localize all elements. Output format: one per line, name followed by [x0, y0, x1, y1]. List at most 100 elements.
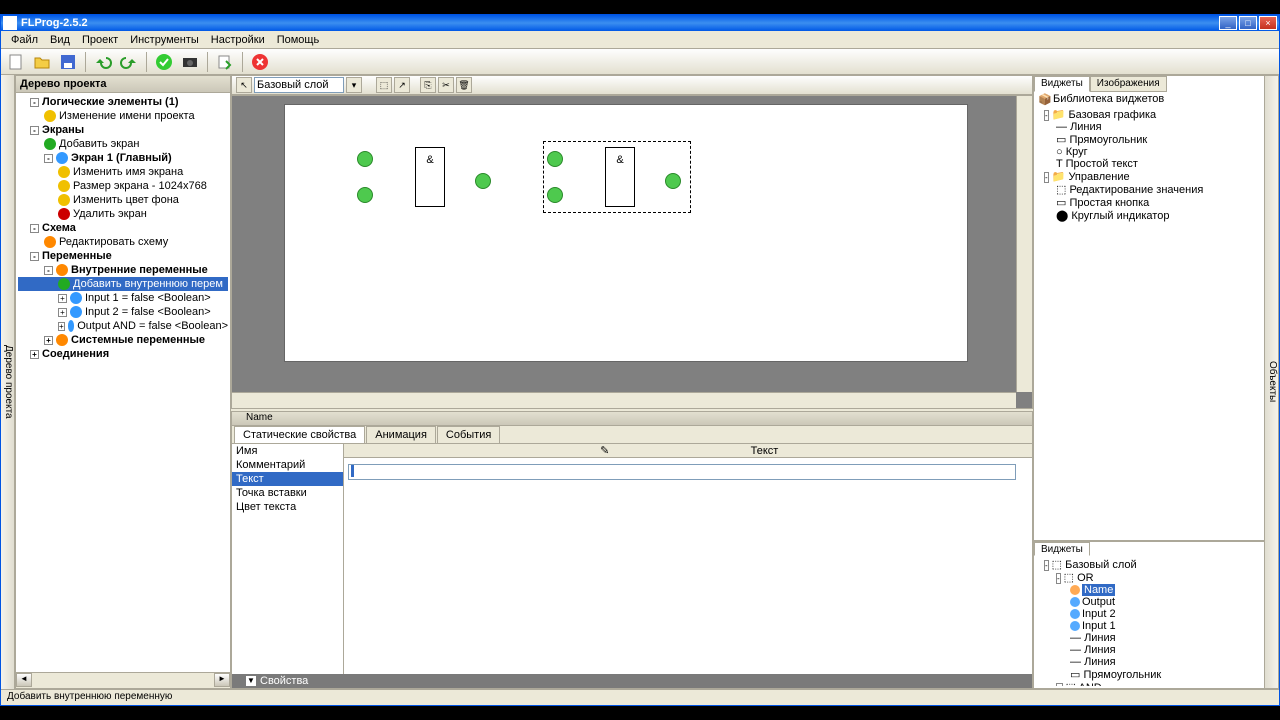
prop-insert-point[interactable]: Точка вставки	[232, 486, 343, 500]
port-2-out[interactable]	[665, 173, 681, 189]
menu-project[interactable]: Проект	[76, 32, 124, 48]
widgets-tree: -⬚ Базовый слой -⬚ OR Name Output Input …	[1034, 556, 1264, 686]
statusbar: Добавить внутреннюю переменную	[1, 689, 1279, 705]
right-side-tab[interactable]: Объекты	[1264, 76, 1278, 688]
tool-2[interactable]: ↗	[394, 77, 410, 93]
wt-and[interactable]: +⬚ AND	[1036, 681, 1262, 686]
tab-widgets[interactable]: Виджеты	[1034, 76, 1090, 92]
maximize-button[interactable]: □	[1239, 16, 1257, 30]
tool-copy[interactable]: ⎘	[420, 77, 436, 93]
port-1-in1[interactable]	[357, 151, 373, 167]
widget-library: -📁 Базовая графика — Линия ▭ Прямоугольн…	[1034, 106, 1264, 540]
tree-add-internal-var[interactable]: Добавить внутреннюю перем	[18, 277, 228, 291]
lib-round-indicator[interactable]: ⬤ Круглый индикатор	[1036, 209, 1262, 222]
pointer-tool[interactable]: ↖	[236, 77, 252, 93]
canvas[interactable]: & &	[231, 95, 1033, 409]
tree-screen1[interactable]: -Экран 1 (Главный)	[18, 151, 228, 165]
menu-view[interactable]: Вид	[44, 32, 76, 48]
lib-simple-text[interactable]: T Простой текст	[1036, 158, 1262, 170]
menu-settings[interactable]: Настройки	[205, 32, 271, 48]
tab-widgets-bottom[interactable]: Виджеты	[1034, 542, 1090, 556]
prop-text-color[interactable]: Цвет текста	[232, 500, 343, 514]
tab-static[interactable]: Статические свойства	[234, 426, 365, 443]
props-name-header: Name	[232, 412, 1032, 426]
tree-internal-vars[interactable]: -Внутренние переменные	[18, 263, 228, 277]
check-button[interactable]	[153, 51, 175, 73]
export-button[interactable]	[214, 51, 236, 73]
wt-base-layer[interactable]: -⬚ Базовый слой	[1036, 558, 1262, 571]
tab-events[interactable]: События	[437, 426, 500, 443]
wt-or[interactable]: -⬚ OR	[1036, 571, 1262, 584]
lib-circle[interactable]: ○ Круг	[1036, 146, 1262, 158]
prop-text[interactable]: Текст	[232, 472, 343, 486]
menu-help[interactable]: Помощь	[271, 32, 326, 48]
undo-button[interactable]	[92, 51, 114, 73]
tree-hscroll[interactable]: ◄►	[16, 672, 230, 688]
stop-button[interactable]	[249, 51, 271, 73]
wt-input2[interactable]: Input 2	[1036, 608, 1262, 620]
tab-images[interactable]: Изображения	[1090, 76, 1167, 92]
port-2-in1[interactable]	[547, 151, 563, 167]
wt-rect[interactable]: ▭ Прямоугольник	[1036, 668, 1262, 681]
lib-simple-button[interactable]: ▭ Простая кнопка	[1036, 196, 1262, 209]
wt-line3[interactable]: — Линия	[1036, 656, 1262, 668]
and-block-2[interactable]: &	[605, 147, 635, 207]
prop-comment[interactable]: Комментарий	[232, 458, 343, 472]
tool-delete[interactable]: 🗑	[456, 77, 472, 93]
minimize-button[interactable]: _	[1219, 16, 1237, 30]
tree-scheme[interactable]: -Схема	[18, 221, 228, 235]
wt-output[interactable]: Output	[1036, 596, 1262, 608]
port-1-in2[interactable]	[357, 187, 373, 203]
open-button[interactable]	[31, 51, 53, 73]
tab-animation[interactable]: Анимация	[366, 426, 436, 443]
port-1-out[interactable]	[475, 173, 491, 189]
canvas-hscroll[interactable]	[232, 392, 1016, 408]
tree-add-screen[interactable]: Добавить экран	[18, 137, 228, 151]
app-window: FLProg-2.5.2 _ □ × Файл Вид Проект Инстр…	[0, 14, 1280, 706]
layer-dropdown[interactable]: ▾	[346, 77, 362, 93]
tree-screens[interactable]: -Экраны	[18, 123, 228, 137]
and-block-1[interactable]: &	[415, 147, 445, 207]
camera-button[interactable]	[179, 51, 201, 73]
tree-screen-size[interactable]: Размер экрана - 1024x768	[18, 179, 228, 193]
tool-1[interactable]: ⬚	[376, 77, 392, 93]
wt-name[interactable]: Name	[1036, 584, 1262, 596]
wt-input1[interactable]: Input 1	[1036, 620, 1262, 632]
wt-line1[interactable]: — Линия	[1036, 632, 1262, 644]
tree-change-bg[interactable]: Изменить цвет фона	[18, 193, 228, 207]
text-input[interactable]	[348, 464, 1016, 480]
lib-rect[interactable]: ▭ Прямоугольник	[1036, 133, 1262, 146]
lib-control[interactable]: -📁 Управление	[1036, 170, 1262, 183]
lib-base-graphics[interactable]: -📁 Базовая графика	[1036, 108, 1262, 121]
tree-variables[interactable]: -Переменные	[18, 249, 228, 263]
tree-output-and[interactable]: +Output AND = false <Boolean>	[18, 319, 228, 333]
left-side-tab[interactable]: Дерево проекта	[1, 75, 15, 689]
tree-title: Дерево проекта	[16, 76, 230, 93]
save-button[interactable]	[57, 51, 79, 73]
port-2-in2[interactable]	[547, 187, 563, 203]
tree-input1[interactable]: +Input 1 = false <Boolean>	[18, 291, 228, 305]
new-button[interactable]	[5, 51, 27, 73]
menu-file[interactable]: Файл	[5, 32, 44, 48]
tree-system-vars[interactable]: +Системные переменные	[18, 333, 228, 347]
redo-button[interactable]	[118, 51, 140, 73]
tool-cut[interactable]: ✂	[438, 77, 454, 93]
prop-name[interactable]: Имя	[232, 444, 343, 458]
wt-line2[interactable]: — Линия	[1036, 644, 1262, 656]
props-footer[interactable]: ▼Свойства	[232, 674, 1032, 688]
menu-tools[interactable]: Инструменты	[124, 32, 205, 48]
close-button[interactable]: ×	[1259, 16, 1277, 30]
canvas-vscroll[interactable]	[1016, 96, 1032, 392]
tree-delete-screen[interactable]: Удалить экран	[18, 207, 228, 221]
titlebar: FLProg-2.5.2 _ □ ×	[1, 15, 1279, 31]
project-tree-panel: Дерево проекта -Логические элементы (1) …	[15, 75, 231, 689]
tree-edit-scheme[interactable]: Редактировать схему	[18, 235, 228, 249]
layer-select[interactable]: Базовый слой	[254, 77, 344, 93]
tree-change-screen-name[interactable]: Изменить имя экрана	[18, 165, 228, 179]
lib-line[interactable]: — Линия	[1036, 121, 1262, 133]
tree-input2[interactable]: +Input 2 = false <Boolean>	[18, 305, 228, 319]
tree-change-project-name[interactable]: Изменение имени проекта	[18, 109, 228, 123]
tree-connections[interactable]: +Соединения	[18, 347, 228, 361]
tree-logic-elements[interactable]: -Логические элементы (1)	[18, 95, 228, 109]
lib-edit-value[interactable]: ⬚ Редактирование значения	[1036, 183, 1262, 196]
